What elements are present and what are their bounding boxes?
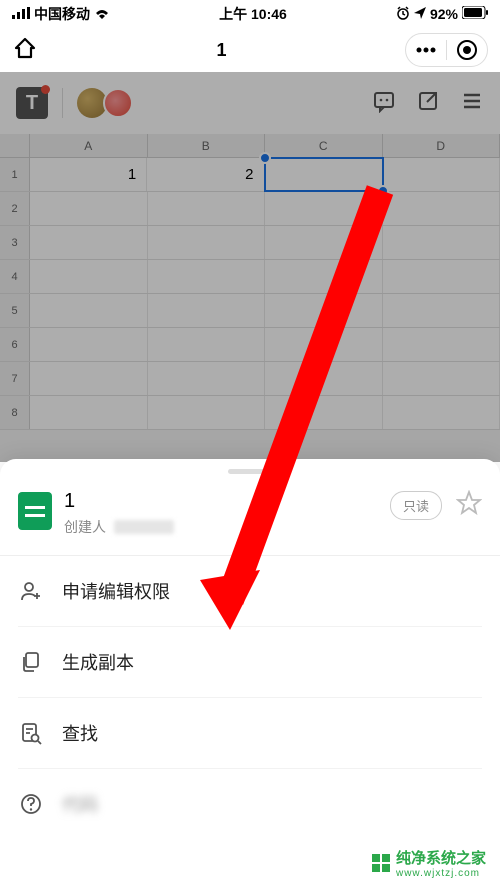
nav-bar: 1 bbox=[0, 28, 500, 72]
status-bar: 中国移动 上午 10:46 92% bbox=[0, 0, 500, 28]
status-time: 上午 10:46 bbox=[219, 4, 287, 24]
creator-name-redacted bbox=[114, 520, 174, 534]
watermark-url: www.wjxtzj.com bbox=[396, 868, 486, 879]
person-add-icon bbox=[18, 578, 44, 604]
search-doc-icon bbox=[18, 720, 44, 746]
menu-item-make-copy[interactable]: 生成副本 bbox=[18, 627, 482, 698]
menu-list: 申请编辑权限 生成副本 查找 代码 bbox=[0, 556, 500, 839]
spreadsheet-doc-icon bbox=[18, 492, 52, 530]
watermark-text: 纯净系统之家 bbox=[396, 847, 486, 868]
menu-label: 申请编辑权限 bbox=[62, 578, 170, 604]
home-icon[interactable] bbox=[12, 35, 38, 66]
status-left: 中国移动 bbox=[12, 4, 110, 24]
alarm-icon bbox=[396, 6, 410, 23]
menu-label: 查找 bbox=[62, 720, 98, 746]
battery-percent: 92% bbox=[430, 6, 458, 22]
menu-item-request-edit[interactable]: 申请编辑权限 bbox=[18, 556, 482, 627]
miniprogram-pill bbox=[405, 33, 488, 67]
menu-label: 生成副本 bbox=[62, 649, 134, 675]
help-icon bbox=[18, 791, 44, 817]
dim-overlay[interactable] bbox=[0, 72, 500, 462]
readonly-badge: 只读 bbox=[390, 491, 442, 520]
menu-item-code[interactable]: 代码 bbox=[18, 769, 482, 839]
document-title: 1 bbox=[64, 490, 378, 513]
copy-icon bbox=[18, 649, 44, 675]
spreadsheet-area: T A B C D 1 bbox=[0, 72, 500, 462]
close-miniprogram-button[interactable] bbox=[447, 33, 487, 67]
creator-label: 创建人 bbox=[64, 517, 106, 537]
watermark-logo bbox=[372, 854, 390, 872]
menu-item-find[interactable]: 查找 bbox=[18, 698, 482, 769]
signal-icon bbox=[12, 6, 30, 22]
document-meta: 创建人 bbox=[64, 517, 378, 537]
status-right: 92% bbox=[396, 6, 488, 23]
carrier-label: 中国移动 bbox=[34, 4, 90, 24]
battery-icon bbox=[462, 6, 488, 22]
menu-label: 代码 bbox=[62, 791, 98, 817]
star-icon[interactable] bbox=[456, 490, 482, 521]
location-icon bbox=[414, 6, 426, 22]
bottom-sheet: 1 创建人 只读 申请编辑权限 生成副本 bbox=[0, 459, 500, 889]
page-title: 1 bbox=[216, 40, 226, 61]
sheet-drag-handle[interactable] bbox=[0, 459, 500, 480]
sheet-header: 1 创建人 只读 bbox=[0, 480, 500, 555]
watermark: 纯净系统之家 www.wjxtzj.com bbox=[372, 847, 486, 879]
wifi-icon bbox=[94, 6, 110, 22]
more-button[interactable] bbox=[406, 33, 446, 67]
